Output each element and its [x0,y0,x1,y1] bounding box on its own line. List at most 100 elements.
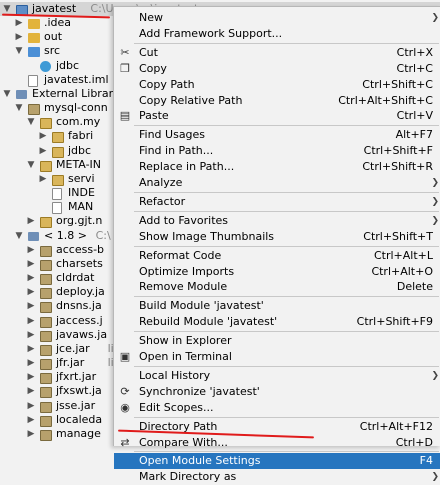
menu-item-shortcut: Ctrl+X [396,45,433,59]
menu-copy-relative-path[interactable]: Copy Relative Path Ctrl+Alt+Shift+C [114,93,440,109]
chevron-right-icon[interactable]: ▶ [26,271,36,285]
menu-mark-directory-as[interactable]: Mark Directory as ❯ [114,469,440,485]
jar-icon [40,415,52,427]
menu-find-in-path[interactable]: Find in Path... Ctrl+Shift+F [114,143,440,159]
chevron-down-icon[interactable]: ▼ [14,101,24,115]
menu-rebuild-module[interactable]: Rebuild Module 'javatest' Ctrl+Shift+F9 [114,314,440,330]
package-icon [52,174,64,186]
menu-item-label: Edit Scopes... [139,400,214,414]
chevron-right-icon[interactable]: ▶ [14,30,24,44]
chevron-down-icon[interactable]: ▼ [14,44,24,58]
tree-node-label: com.my [56,115,101,129]
menu-item-shortcut: Delete [396,280,433,294]
chevron-right-icon[interactable]: ▶ [26,214,36,228]
menu-reformat-code[interactable]: Reformat Code Ctrl+Alt+L [114,248,440,264]
chevron-right-icon[interactable]: ▶ [26,413,36,427]
package-icon [40,118,52,130]
menu-item-label: Refactor [139,194,186,208]
menu-separator [134,191,439,193]
file-icon [28,74,38,87]
jar-icon [40,288,52,300]
class-icon [40,60,51,72]
menu-add-framework-support[interactable]: Add Framework Support... [114,26,440,42]
menu-replace-in-path[interactable]: Replace in Path... Ctrl+Shift+R [114,159,440,175]
menu-item-shortcut: Ctrl+Shift+R [362,160,433,174]
menu-new[interactable]: New ❯ [114,10,440,26]
chevron-right-icon[interactable]: ▶ [38,144,48,158]
tree-node-label: jsse.jar [56,398,96,412]
jar-icon [40,245,52,257]
menu-copy[interactable]: ❐ Copy Ctrl+C [114,61,440,77]
chevron-down-icon[interactable]: ▼ [26,158,36,172]
tree-node-label: External Librari [32,86,117,100]
compare-icon: ⇄ [120,435,130,449]
chevron-right-icon[interactable]: ▶ [26,314,36,328]
menu-item-shortcut: Ctrl+Alt+L [373,248,433,262]
tree-node-label: mysql-conn [44,101,108,115]
tree-node-label: jdbc [56,58,80,72]
tree-node-label: manage [56,426,101,440]
menu-item-label: Open in Terminal [139,350,232,363]
scope-icon: ◉ [120,400,130,414]
menu-synchronize[interactable]: ⟳ Synchronize 'javatest' [114,384,440,400]
menu-show-image-thumbnails[interactable]: Show Image Thumbnails Ctrl+Shift+T [114,229,440,245]
context-menu: New ❯ Add Framework Support... ✂ Cut Ctrl+X ❐ C… [113,6,440,483]
menu-edit-scopes[interactable]: ◉ Edit Scopes... [114,400,440,416]
menu-add-to-favorites[interactable]: Add to Favorites ❯ [114,213,440,229]
menu-copy-path[interactable]: Copy Path Ctrl+Shift+C [114,77,440,93]
menu-cut[interactable]: ✂ Cut Ctrl+X [114,45,440,61]
tree-node-label: org.gjt.n [56,214,103,228]
menu-optimize-imports[interactable]: Optimize Imports Ctrl+Alt+O [114,264,440,280]
menu-item-shortcut: Ctrl+Shift+C [362,77,433,91]
tree-node-label: < 1.8 > [44,228,87,242]
chevron-right-icon[interactable]: ▶ [38,172,48,186]
chevron-right-icon[interactable]: ▶ [26,370,36,384]
menu-item-label: Add Framework Support... [139,26,283,40]
menu-item-label: Copy [139,61,167,75]
file-icon [52,188,62,201]
menu-find-usages[interactable]: Find Usages Alt+F7 [114,127,440,143]
jar-icon [40,316,52,328]
menu-open-in-terminal[interactable]: ▣ Open in Terminal [114,349,440,365]
library-icon [28,231,39,241]
menu-item-shortcut: Ctrl+Shift+F9 [356,315,433,329]
chevron-right-icon[interactable]: ▶ [26,328,36,342]
tree-node-label: jfxrt.jar [56,370,97,384]
menu-item-label: Add to Favorites [139,213,229,227]
menu-show-in-explorer[interactable]: Show in Explorer [114,333,440,349]
menu-item-label: Cut [139,45,158,59]
tree-node-label: INDE [68,186,95,200]
menu-analyze[interactable]: Analyze ❯ [114,175,440,191]
menu-local-history[interactable]: Local History ❯ [114,368,440,384]
chevron-right-icon[interactable]: ▶ [26,384,36,398]
menu-separator [134,210,439,212]
folder-icon [28,33,40,44]
chevron-right-icon[interactable]: ▶ [26,399,36,413]
tree-node-label: localeda [56,412,103,426]
chevron-right-icon[interactable]: ▶ [26,427,36,441]
submenu-arrow-icon: ❯ [431,472,439,483]
menu-item-label: Replace in Path... [139,160,235,174]
chevron-down-icon[interactable]: ▼ [26,115,36,129]
menu-separator [134,42,439,44]
chevron-right-icon[interactable]: ▶ [26,356,36,370]
menu-item-label: Reformat Code [139,248,222,262]
menu-open-module-settings[interactable]: Open Module Settings F4 [114,453,440,470]
chevron-down-icon[interactable]: ▼ [2,87,12,101]
source-folder-icon [28,47,40,58]
menu-build-module[interactable]: Build Module 'javatest' [114,298,440,314]
chevron-right-icon[interactable]: ▶ [14,16,24,30]
chevron-down-icon[interactable]: ▼ [14,229,24,243]
chevron-right-icon[interactable]: ▶ [26,257,36,271]
chevron-right-icon[interactable]: ▶ [26,342,36,356]
chevron-right-icon[interactable]: ▶ [38,129,48,143]
chevron-right-icon[interactable]: ▶ [26,285,36,299]
menu-refactor[interactable]: Refactor ❯ [114,194,440,210]
chevron-right-icon[interactable]: ▶ [26,243,36,257]
menu-separator [134,451,439,453]
tree-node-path: C:\ [95,228,111,242]
chevron-right-icon[interactable]: ▶ [26,299,36,313]
library-icon [16,89,27,99]
menu-remove-module[interactable]: Remove Module Delete [114,279,440,295]
menu-paste[interactable]: ▤ Paste Ctrl+V [114,108,440,124]
